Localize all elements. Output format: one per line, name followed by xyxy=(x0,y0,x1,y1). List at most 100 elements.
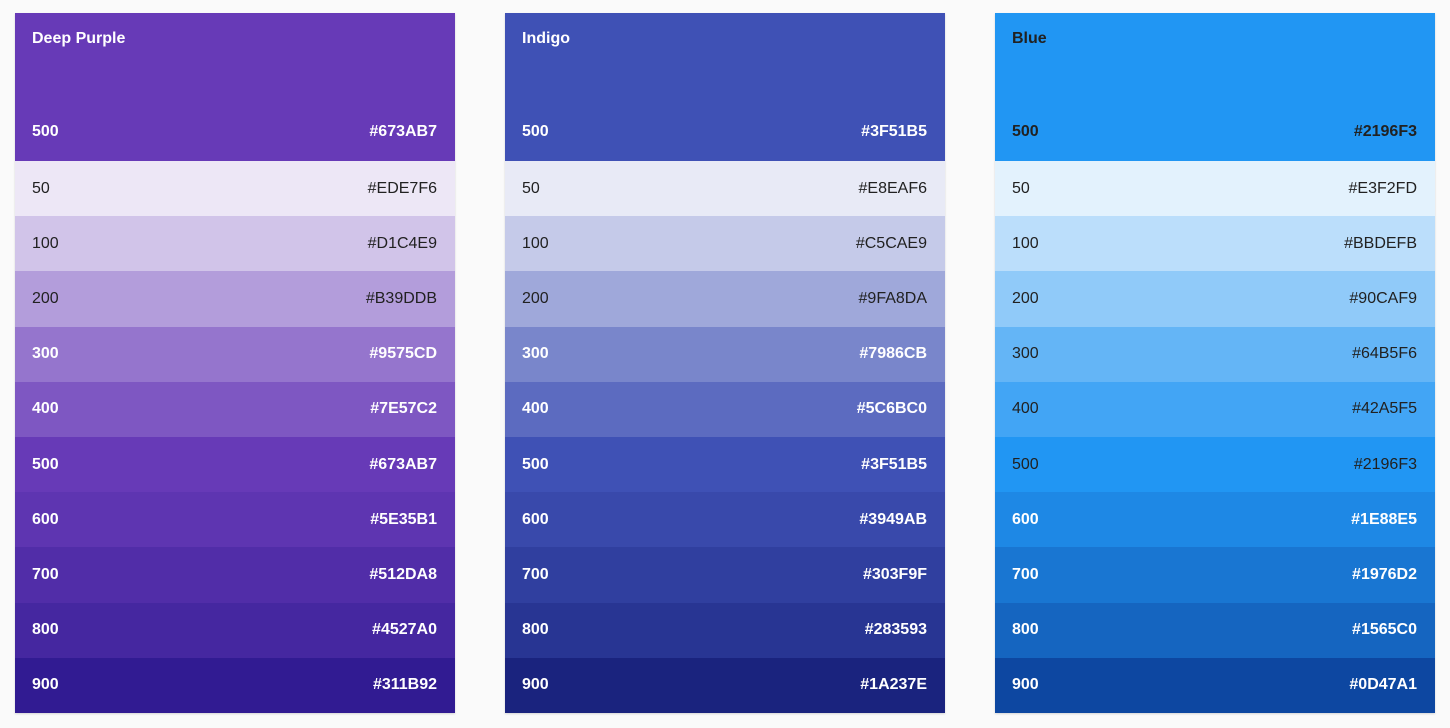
shade-label: 800 xyxy=(32,621,59,639)
palette-main-shade: 500 #2196F3 xyxy=(1012,123,1417,141)
shade-label: 900 xyxy=(522,676,549,694)
shade-label: 700 xyxy=(32,565,59,583)
hex-value: #9575CD xyxy=(369,345,437,363)
swatch-900[interactable]: 900 #311B92 xyxy=(15,657,455,713)
swatch-400[interactable]: 400 #5C6BC0 xyxy=(505,381,945,437)
swatch-200[interactable]: 200 #B39DDB xyxy=(15,271,455,327)
swatch-800[interactable]: 800 #283593 xyxy=(505,602,945,658)
hex-value[interactable]: #2196F3 xyxy=(1354,123,1417,141)
swatch-50[interactable]: 50 #EDE7F6 xyxy=(15,161,455,217)
hex-value: #90CAF9 xyxy=(1349,289,1417,307)
shade-label: 900 xyxy=(32,676,59,694)
shade-label: 100 xyxy=(32,234,59,252)
shade-label: 900 xyxy=(1012,676,1039,694)
swatch-500[interactable]: 500 #673AB7 xyxy=(15,436,455,493)
swatch-50[interactable]: 50 #E3F2FD xyxy=(995,161,1435,217)
palette-main-shade: 500 #673AB7 xyxy=(32,123,437,141)
hex-value: #9FA8DA xyxy=(858,289,927,307)
shade-label: 200 xyxy=(522,289,549,307)
shade-label: 50 xyxy=(32,179,50,197)
palette-blue: Blue 500 #2196F3 50 #E3F2FD 100 #BBDEFB 20… xyxy=(995,13,1435,713)
swatch-200[interactable]: 200 #9FA8DA xyxy=(505,271,945,327)
swatch-400[interactable]: 400 #42A5F5 xyxy=(995,381,1435,437)
palette-header: Deep Purple 500 #673AB7 xyxy=(15,13,455,161)
shade-label: 400 xyxy=(522,400,549,418)
shade-label: 100 xyxy=(1012,234,1039,252)
hex-value: #1565C0 xyxy=(1352,621,1417,639)
palette-name: Blue xyxy=(1012,30,1047,47)
hex-value: #EDE7F6 xyxy=(367,179,437,197)
hex-value: #64B5F6 xyxy=(1352,345,1417,363)
swatch-100[interactable]: 100 #D1C4E9 xyxy=(15,216,455,272)
shade-label: 300 xyxy=(1012,345,1039,363)
hex-value[interactable]: #673AB7 xyxy=(369,123,437,141)
shade-label: 700 xyxy=(1012,565,1039,583)
hex-value: #1976D2 xyxy=(1352,565,1417,583)
shade-label: 200 xyxy=(32,289,59,307)
shade-label: 200 xyxy=(1012,289,1039,307)
shade-label: 500 xyxy=(522,123,549,140)
hex-value[interactable]: #3F51B5 xyxy=(861,123,927,141)
swatch-900[interactable]: 900 #0D47A1 xyxy=(995,657,1435,713)
swatch-50[interactable]: 50 #E8EAF6 xyxy=(505,161,945,217)
hex-value: #C5CAE9 xyxy=(855,234,927,252)
palette-list: Deep Purple 500 #673AB7 50 #EDE7F6 100 #D1… xyxy=(15,13,1435,713)
hex-value: #283593 xyxy=(864,621,927,639)
swatch-500[interactable]: 500 #2196F3 xyxy=(995,436,1435,493)
hex-value: #7986CB xyxy=(859,345,927,363)
swatch-900[interactable]: 900 #1A237E xyxy=(505,657,945,713)
hex-value: #311B92 xyxy=(372,676,437,694)
shade-label: 600 xyxy=(522,510,549,528)
hex-value: #3949AB xyxy=(859,510,927,528)
swatch-300[interactable]: 300 #7986CB xyxy=(505,326,945,382)
palette-deep-purple: Deep Purple 500 #673AB7 50 #EDE7F6 100 #D1… xyxy=(15,13,455,713)
shade-label: 300 xyxy=(32,345,59,363)
hex-value: #E3F2FD xyxy=(1348,179,1417,197)
swatch-800[interactable]: 800 #1565C0 xyxy=(995,602,1435,658)
swatch-300[interactable]: 300 #64B5F6 xyxy=(995,326,1435,382)
palette-header: Blue 500 #2196F3 xyxy=(995,13,1435,161)
hex-value: #673AB7 xyxy=(369,455,437,473)
hex-value: #3F51B5 xyxy=(861,455,927,473)
hex-value: #5E35B1 xyxy=(370,510,437,528)
shade-label: 100 xyxy=(522,234,549,252)
shade-label: 800 xyxy=(1012,621,1039,639)
shade-label: 600 xyxy=(32,510,59,528)
shade-label: 500 xyxy=(1012,455,1039,473)
swatch-600[interactable]: 600 #3949AB xyxy=(505,492,945,548)
shade-label: 50 xyxy=(522,179,540,197)
swatch-100[interactable]: 100 #C5CAE9 xyxy=(505,216,945,272)
shade-label: 400 xyxy=(32,400,59,418)
hex-value: #E8EAF6 xyxy=(858,179,927,197)
hex-value: #2196F3 xyxy=(1353,455,1417,473)
shade-label: 600 xyxy=(1012,510,1039,528)
shade-label: 400 xyxy=(1012,400,1039,418)
hex-value: #5C6BC0 xyxy=(856,400,927,418)
shade-label: 800 xyxy=(522,621,549,639)
palette-header: Indigo 500 #3F51B5 xyxy=(505,13,945,161)
shade-label: 500 xyxy=(32,455,59,473)
swatch-400[interactable]: 400 #7E57C2 xyxy=(15,381,455,437)
swatch-700[interactable]: 700 #1976D2 xyxy=(995,547,1435,603)
palette-name: Indigo xyxy=(522,30,570,47)
swatch-700[interactable]: 700 #303F9F xyxy=(505,547,945,603)
hex-value: #512DA8 xyxy=(369,565,437,583)
hex-value: #4527A0 xyxy=(372,621,437,639)
swatch-800[interactable]: 800 #4527A0 xyxy=(15,602,455,658)
shade-label: 500 xyxy=(522,455,549,473)
swatch-600[interactable]: 600 #1E88E5 xyxy=(995,492,1435,548)
hex-value: #1A237E xyxy=(860,676,927,694)
shade-label: 300 xyxy=(522,345,549,363)
palette-indigo: Indigo 500 #3F51B5 50 #E8EAF6 100 #C5CAE9 … xyxy=(505,13,945,713)
hex-value: #BBDEFB xyxy=(1344,234,1417,252)
swatch-300[interactable]: 300 #9575CD xyxy=(15,326,455,382)
swatch-500[interactable]: 500 #3F51B5 xyxy=(505,436,945,493)
shade-label: 700 xyxy=(522,565,549,583)
swatch-200[interactable]: 200 #90CAF9 xyxy=(995,271,1435,327)
swatch-700[interactable]: 700 #512DA8 xyxy=(15,547,455,603)
shade-label: 500 xyxy=(32,123,59,140)
hex-value: #B39DDB xyxy=(365,289,437,307)
swatch-100[interactable]: 100 #BBDEFB xyxy=(995,216,1435,272)
hex-value: #1E88E5 xyxy=(1351,510,1417,528)
swatch-600[interactable]: 600 #5E35B1 xyxy=(15,492,455,548)
